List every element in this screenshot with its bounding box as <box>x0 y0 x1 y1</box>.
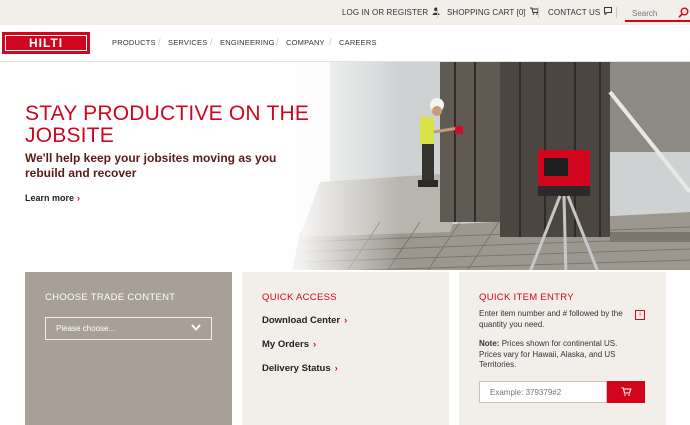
contact-link[interactable]: CONTACT US <box>548 0 613 25</box>
nav-separator: / <box>329 37 332 47</box>
contact-label: CONTACT US <box>548 7 601 17</box>
search-box <box>625 3 690 22</box>
search-icon[interactable] <box>678 5 689 23</box>
trade-title: CHOOSE TRADE CONTENT <box>45 292 176 303</box>
cart-link[interactable]: SHOPPING CART [0] <box>447 0 539 25</box>
entry-instruction: Enter item number and # followed by the … <box>479 309 623 329</box>
logo-text: HILTI <box>28 36 64 50</box>
add-to-cart-button[interactable] <box>607 381 645 403</box>
nav-separator: / <box>210 37 213 47</box>
nav-item-careers[interactable]: CAREERS <box>339 38 377 47</box>
cart-add-icon <box>621 383 632 401</box>
nav-separator: / <box>158 37 161 47</box>
chat-icon <box>604 1 613 25</box>
entry-note: Note: Prices shown for continental US. P… <box>479 339 639 371</box>
quick-access-card: QUICK ACCESS Download Center › My Orders ›… <box>242 272 449 425</box>
nav-item-products[interactable]: PRODUCTS <box>112 38 156 47</box>
utility-bar: LOG IN OR REGISTER SHOPPING CART [0] CON… <box>0 0 690 25</box>
login-label: LOG IN OR REGISTER <box>342 7 429 17</box>
item-number-input[interactable] <box>479 381 607 403</box>
main-nav: HILTI PRODUCTS / SERVICES / ENGINEERING … <box>0 25 690 62</box>
delivery-status-link[interactable]: Delivery Status › <box>262 363 338 374</box>
search-input[interactable] <box>625 5 673 22</box>
nav-separator: / <box>276 37 279 47</box>
delivery-status-label: Delivery Status <box>262 363 331 374</box>
cart-label: SHOPPING CART [0] <box>447 7 526 17</box>
chevron-right-icon: › <box>313 339 317 350</box>
nav-item-engineering[interactable]: ENGINEERING <box>220 38 275 47</box>
divider <box>616 7 617 18</box>
logo-frame: HILTI <box>5 35 87 51</box>
note-text: Prices shown for continental US. Prices … <box>479 339 618 369</box>
trade-select-value: Please choose... <box>56 324 116 333</box>
info-icon[interactable]: i <box>635 310 645 320</box>
note-label: Note: <box>479 339 500 348</box>
download-center-label: Download Center <box>262 315 341 326</box>
quick-entry-title: QUICK ITEM ENTRY <box>479 292 574 303</box>
hero-title: STAY PRODUCTIVE ON THE JOBSITE <box>25 102 310 147</box>
trade-select[interactable]: Please choose... <box>45 317 212 340</box>
chevron-down-icon <box>191 324 201 333</box>
chevron-right-icon: › <box>334 363 338 374</box>
login-link[interactable]: LOG IN OR REGISTER <box>342 0 440 25</box>
learn-more-label: Learn more <box>25 193 75 203</box>
nav-item-company[interactable]: COMPANY <box>286 38 325 47</box>
quick-item-entry-card: QUICK ITEM ENTRY Enter item number and #… <box>459 272 666 425</box>
my-orders-label: My Orders <box>262 339 309 350</box>
divider <box>538 7 539 18</box>
trade-content-card: CHOOSE TRADE CONTENT Please choose... <box>25 272 232 425</box>
chevron-right-icon: › <box>77 193 81 203</box>
my-orders-link[interactable]: My Orders › <box>262 339 316 350</box>
hilti-logo[interactable]: HILTI <box>2 32 90 54</box>
hero-banner: STAY PRODUCTIVE ON THE JOBSITE We'll hel… <box>0 62 690 282</box>
nav-item-services[interactable]: SERVICES <box>168 38 207 47</box>
chevron-right-icon: › <box>344 315 348 326</box>
divider <box>437 7 438 18</box>
learn-more-link[interactable]: Learn more › <box>25 193 80 203</box>
hero-subtitle: We'll help keep your jobsites moving as … <box>25 151 277 180</box>
quick-access-title: QUICK ACCESS <box>262 292 337 303</box>
download-center-link[interactable]: Download Center › <box>262 315 347 326</box>
